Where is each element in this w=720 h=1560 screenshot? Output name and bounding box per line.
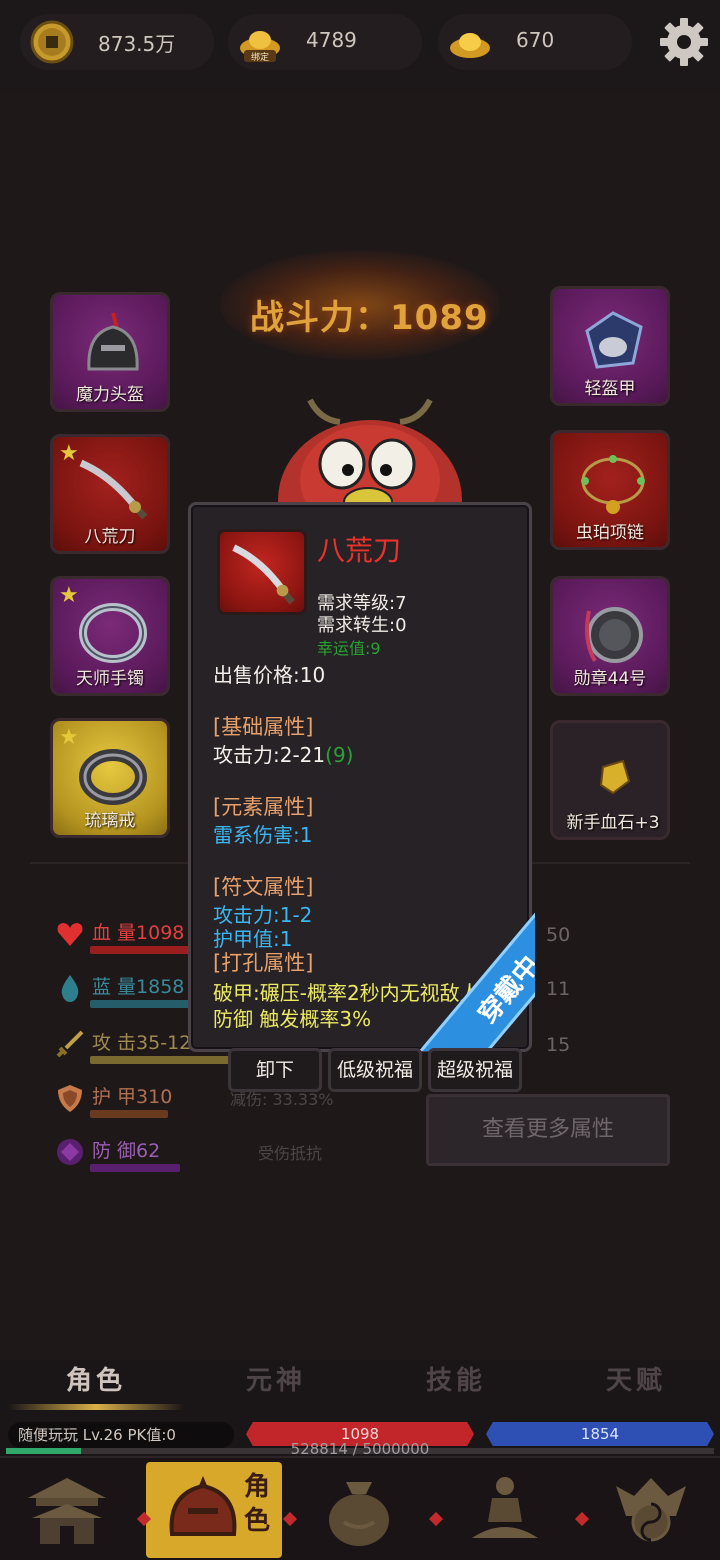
combat-power: 战斗力：1089 <box>220 250 500 360</box>
tab-skills[interactable]: 技能 <box>426 1360 486 1397</box>
equipped-ribbon: 穿戴中 <box>387 899 535 1051</box>
taiji-guild-icon <box>616 1478 686 1542</box>
stat-bar <box>90 1110 168 1118</box>
equip-label: 虫珀项链 <box>576 523 644 543</box>
item-tooltip: 八荒刀 需求等级:7 需求转生:0 幸运值:9 出售价格:10 [基础属性] 攻… <box>188 502 535 1052</box>
meditation-icon <box>472 1477 538 1538</box>
necklace-icon <box>581 455 645 514</box>
stat-right-value: 15 <box>546 1034 571 1056</box>
stat-label: 血 量1098 <box>92 922 185 944</box>
nav-guild[interactable] <box>584 1462 720 1558</box>
equip-label: 勋章44号 <box>573 669 647 689</box>
equip-slot-necklace[interactable]: 虫珀项链 <box>550 430 670 550</box>
nav-character-label: 角色 <box>243 1472 270 1536</box>
tab-talent[interactable]: 天赋 <box>606 1360 666 1397</box>
helmet-icon <box>87 312 139 371</box>
nav-cultivation[interactable] <box>438 1462 574 1558</box>
more-attributes-button[interactable]: 查看更多属性 <box>426 1094 670 1166</box>
player-status: 随便玩玩 Lv.26 PK值:0 1098 1854 528814 / 5000… <box>0 1418 720 1460</box>
stat-right-value: 11 <box>546 978 571 1000</box>
stat-right-value: 50 <box>546 924 571 946</box>
bound-ingot-counter[interactable]: 绑定 4789 <box>228 14 422 70</box>
equip-label: 天师手镯 <box>76 669 144 689</box>
blade-icon <box>232 544 295 605</box>
nav-palace[interactable] <box>0 1462 136 1558</box>
defense-gem-icon <box>57 1139 83 1165</box>
stat-bar <box>90 1056 246 1064</box>
equip-label: 八荒刀 <box>84 527 136 547</box>
tooltip-element-header: [元素属性] <box>213 795 314 819</box>
stat-label: 护 甲310 <box>92 1086 173 1108</box>
ingot-counter[interactable]: 670 <box>438 14 632 70</box>
super-blessing-button[interactable]: 超级祝福 <box>428 1048 522 1092</box>
stat-label: 蓝 量1858 <box>92 976 185 998</box>
mana-drop-icon <box>61 975 79 1002</box>
ring-icon <box>79 749 147 805</box>
equip-slot-armor[interactable]: 轻盔甲 <box>550 286 670 406</box>
attack-text: 攻击力:2-21 <box>213 743 326 767</box>
heart-icon <box>57 923 83 946</box>
equip-slot-medal[interactable]: 勋章44号 <box>550 576 670 696</box>
tab-role[interactable]: 角色 <box>66 1360 126 1397</box>
equipped-ribbon-text: 穿戴中 <box>415 899 535 1051</box>
shield-icon <box>58 1085 82 1112</box>
warrior-helmet-icon <box>169 1476 237 1536</box>
stat-bar <box>90 1164 180 1172</box>
equip-slot-helmet[interactable]: 魔力头盔 <box>50 292 170 412</box>
resource-bar: 873.5万 绑定 4789 670 <box>0 0 720 90</box>
tooltip-base-attack: 攻击力:2-21(9) <box>213 739 353 768</box>
blade-icon <box>79 459 148 520</box>
tooltip-base-header: [基础属性] <box>213 715 314 739</box>
nav-treasure[interactable] <box>292 1462 428 1558</box>
attack-bonus: (9) <box>325 743 354 767</box>
character-tabs: 角色 元神 技能 天赋 <box>0 1352 720 1414</box>
tab-spirit[interactable]: 元神 <box>246 1360 306 1397</box>
copper-coin-icon <box>30 20 74 64</box>
equip-label: 新手血石+3 <box>566 813 660 833</box>
ingot-value: 670 <box>516 28 555 52</box>
equip-label: 魔力头盔 <box>76 385 144 405</box>
stat-sub-text: 受伤抵抗 <box>258 1144 323 1163</box>
stat-label: 防 御62 <box>92 1140 161 1162</box>
coin-value: 873.5万 <box>98 32 176 56</box>
coin-counter[interactable]: 873.5万 <box>20 14 214 70</box>
bottom-nav: 角色 <box>0 1456 720 1560</box>
bound-gold-ingot-icon: 绑定 <box>240 31 280 63</box>
equip-slot-bloodstone[interactable]: 新手血石+3 <box>550 720 670 840</box>
bound-tag: 绑定 <box>251 51 269 63</box>
nav-character[interactable]: 角色 <box>146 1462 282 1558</box>
low-blessing-button[interactable]: 低级祝福 <box>328 1048 422 1092</box>
sword-icon <box>56 1030 84 1058</box>
gold-ingot-icon <box>450 33 490 58</box>
bracelet-icon <box>79 603 147 663</box>
unequip-button[interactable]: 卸下 <box>228 1048 322 1092</box>
combat-power-value: 战斗力：1089 <box>250 298 489 338</box>
gear-icon[interactable] <box>656 14 712 70</box>
medal-icon <box>585 607 643 663</box>
tooltip-luck: 幸运值:9 <box>317 639 381 658</box>
equip-label: 轻盔甲 <box>584 379 636 399</box>
tooltip-item-name: 八荒刀 <box>317 534 402 567</box>
equip-slot-weapon[interactable]: ★ 八荒刀 <box>50 434 170 554</box>
tooltip-req-rebirth: 需求转生:0 <box>317 615 407 636</box>
tooltip-rune-header: [符文属性] <box>213 875 314 899</box>
bound-ingot-value: 4789 <box>306 28 357 52</box>
tooltip-socket-header: [打孔属性] <box>213 951 314 975</box>
stat-label: 攻 击35-12 <box>92 1032 192 1054</box>
equip-slot-bracelet[interactable]: ★ 天师手镯 <box>50 576 170 696</box>
palace-icon <box>28 1478 106 1544</box>
light-armor-icon <box>585 311 643 369</box>
tooltip-element-value: 雷系伤害:1 <box>213 823 313 847</box>
tooltip-sell-price: 出售价格:10 <box>213 663 326 687</box>
tooltip-socket-line2: 防御 触发概率3% <box>213 1007 372 1031</box>
tooltip-item-icon <box>217 529 307 615</box>
equip-label: 琉璃戒 <box>84 811 136 831</box>
equip-slot-ring[interactable]: ★ 琉璃戒 <box>50 718 170 838</box>
bloodstone-icon <box>599 759 631 795</box>
tab-active-indicator <box>8 1404 184 1410</box>
money-bag-icon <box>329 1482 389 1546</box>
